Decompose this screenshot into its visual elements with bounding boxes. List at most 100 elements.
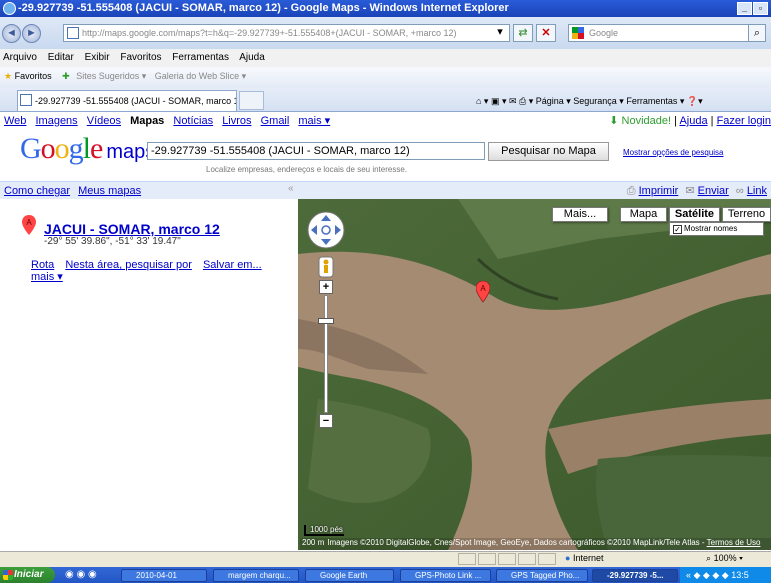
map-type-terrain-button[interactable]: Terreno — [722, 207, 771, 222]
search-map-button[interactable]: Pesquisar no Mapa — [488, 142, 609, 161]
maximize-button[interactable]: ▫ — [753, 2, 768, 15]
menu-ferramentas[interactable]: Ferramentas — [172, 52, 229, 63]
task-gps-tagged[interactable]: GPS Tagged Pho... — [496, 569, 588, 582]
ajuda-link[interactable]: Ajuda — [679, 115, 707, 127]
collapse-panel-button[interactable]: « — [288, 183, 294, 194]
task-google-earth[interactable]: Google Earth — [305, 569, 394, 582]
zoom-out-button[interactable]: − — [319, 414, 333, 428]
start-label: Iniciar — [14, 569, 44, 580]
login-link[interactable]: Fazer login — [717, 115, 771, 127]
security-zone-label: Internet — [572, 553, 604, 563]
task-word[interactable]: margem charqu... — [213, 569, 299, 582]
web-slice-gallery-link[interactable]: Galeria do Web Slice ▾ — [155, 71, 246, 81]
menu-exibir[interactable]: Exibir — [85, 52, 110, 63]
back-arrow-icon: ◄ — [6, 27, 17, 39]
result-marker-icon[interactable]: A — [22, 215, 36, 235]
stop-button[interactable]: ✕ — [536, 24, 556, 42]
window-title: -29.927739 -51.555408 (JACUI - SOMAR, ma… — [18, 2, 509, 14]
forward-arrow-icon: ► — [26, 27, 37, 39]
favorites-button[interactable]: Favoritos — [15, 71, 52, 81]
clock: 13:5 — [731, 570, 749, 580]
map-marker-icon[interactable]: A — [476, 281, 490, 303]
nav-mais[interactable]: mais ▾ — [298, 115, 330, 127]
forest-southeast — [596, 454, 771, 550]
map-scale-bar: 1000 pés — [304, 525, 344, 536]
favorites-bar: ★ Favoritos ✚ Sites Sugeridos ▾ Galeria … — [0, 67, 771, 88]
maps-search-input[interactable]: -29.927739 -51.555408 (JACUI - SOMAR, ma… — [147, 142, 485, 160]
zoom-slider-knob[interactable] — [318, 318, 334, 324]
task-google-earth-label: Google Earth — [320, 571, 368, 580]
show-names-checkbox[interactable]: ✓ Mostrar nomes — [669, 222, 764, 236]
new-tab-button[interactable] — [239, 91, 264, 110]
back-button[interactable]: ◄ — [2, 24, 21, 43]
print-link[interactable]: Imprimir — [639, 185, 679, 197]
novidade-link[interactable]: Novidade! — [622, 115, 672, 127]
menu-favoritos[interactable]: Favoritos — [120, 52, 161, 63]
scale-label-meters: 200 m — [302, 538, 325, 547]
zoom-level[interactable]: ⌕ 100% ▾ — [706, 553, 743, 564]
forward-button[interactable]: ► — [22, 24, 41, 43]
quick-launch[interactable]: ◉ ◉ ◉ — [65, 569, 109, 582]
task-gps-photo-link[interactable]: GPS-Photo Link ... — [400, 569, 491, 582]
search-go-button[interactable]: ⌕ — [748, 24, 766, 42]
suggested-sites-link[interactable]: Sites Sugeridos ▾ — [76, 71, 146, 81]
ie-icon — [3, 2, 16, 15]
map-type-map-button[interactable]: Mapa — [620, 207, 667, 222]
terms-link[interactable]: Termos de Uso — [707, 538, 761, 547]
more-link[interactable]: mais ▾ — [31, 271, 63, 283]
street-view-pegman-icon[interactable] — [318, 256, 334, 278]
menu-bar: Arquivo Editar Exibir Favoritos Ferramen… — [0, 49, 771, 67]
menu-arquivo[interactable]: Arquivo — [3, 52, 37, 63]
send-link[interactable]: Enviar — [698, 185, 729, 197]
tab-google-maps[interactable]: -29.927739 -51.555408 (JACUI - SOMAR, ma… — [17, 90, 237, 111]
window-titlebar: -29.927739 -51.555408 (JACUI - SOMAR, ma… — [0, 0, 771, 17]
nav-gmail[interactable]: Gmail — [261, 115, 290, 127]
result-marker-letter: A — [26, 218, 32, 227]
minimize-button[interactable]: _ — [737, 2, 752, 15]
command-bar[interactable]: ⌂ ▾ ▣ ▾ ✉ ⎙ ▾ Página ▾ Segurança ▾ Ferra… — [476, 96, 703, 107]
satellite-map[interactable] — [298, 199, 771, 550]
nav-imagens[interactable]: Imagens — [35, 115, 77, 127]
google-maps-logo[interactable]: Google maps — [20, 132, 155, 166]
task-google-maps[interactable]: -29.927739 -5... — [592, 569, 678, 582]
novidade-icon: ⬇ — [609, 115, 619, 127]
route-link[interactable]: Rota — [31, 259, 54, 271]
magnifier-icon: ⌕ — [753, 27, 761, 39]
nav-noticias[interactable]: Notícias — [173, 115, 213, 127]
logo-google: Google — [20, 132, 103, 165]
browser-search-input[interactable]: Google — [568, 24, 764, 42]
task-gps-tagged-label: GPS Tagged Pho... — [511, 571, 580, 580]
nav-videos[interactable]: Vídeos — [87, 115, 121, 127]
address-bar[interactable]: http://maps.google.com/maps?t=h&q=-29.92… — [63, 24, 510, 42]
map-marker-letter: A — [480, 284, 486, 293]
link-link[interactable]: Link — [747, 185, 767, 197]
zoom-in-button[interactable]: + — [319, 280, 333, 294]
result-coordinates: -29° 55' 39.86", -51° 33' 19.47" — [44, 236, 181, 247]
refresh-button[interactable]: ⇄ — [513, 24, 533, 42]
search-nearby-link[interactable]: Nesta área, pesquisar por — [65, 259, 192, 271]
address-dropdown-button[interactable]: ▾ — [492, 24, 508, 42]
menu-editar[interactable]: Editar — [48, 52, 74, 63]
status-cell — [458, 553, 476, 565]
menu-ajuda[interactable]: Ajuda — [239, 52, 265, 63]
task-folder[interactable]: 2010-04-01 — [121, 569, 207, 582]
zoom-slider-track[interactable] — [324, 295, 328, 413]
security-zone[interactable]: ● Internet — [565, 553, 603, 563]
search-options-link[interactable]: Mostrar opções de pesquisa — [623, 148, 724, 157]
map-more-button[interactable]: Mais... — [552, 207, 608, 222]
result-title-link[interactable]: JACUI - SOMAR, marco 12 — [44, 221, 220, 237]
map-type-satellite-button[interactable]: Satélite — [669, 207, 720, 222]
my-maps-link[interactable]: Meus mapas — [78, 185, 141, 197]
directions-link[interactable]: Como chegar — [4, 185, 70, 197]
nav-livros[interactable]: Livros — [222, 115, 251, 127]
task-word-label: margem charqu... — [228, 571, 291, 580]
save-to-link[interactable]: Salvar em... — [203, 259, 262, 271]
google-search-icon — [572, 27, 584, 39]
status-cell — [478, 553, 496, 565]
pan-control[interactable] — [307, 211, 345, 249]
add-favorite-icon[interactable]: ✚ — [62, 71, 70, 81]
email-icon: ✉ — [685, 185, 695, 197]
nav-web[interactable]: Web — [4, 115, 26, 127]
tray-icons[interactable]: « ◆ ◆ ◆ ◆ — [686, 570, 731, 580]
checkbox-check-icon: ✓ — [673, 225, 682, 234]
